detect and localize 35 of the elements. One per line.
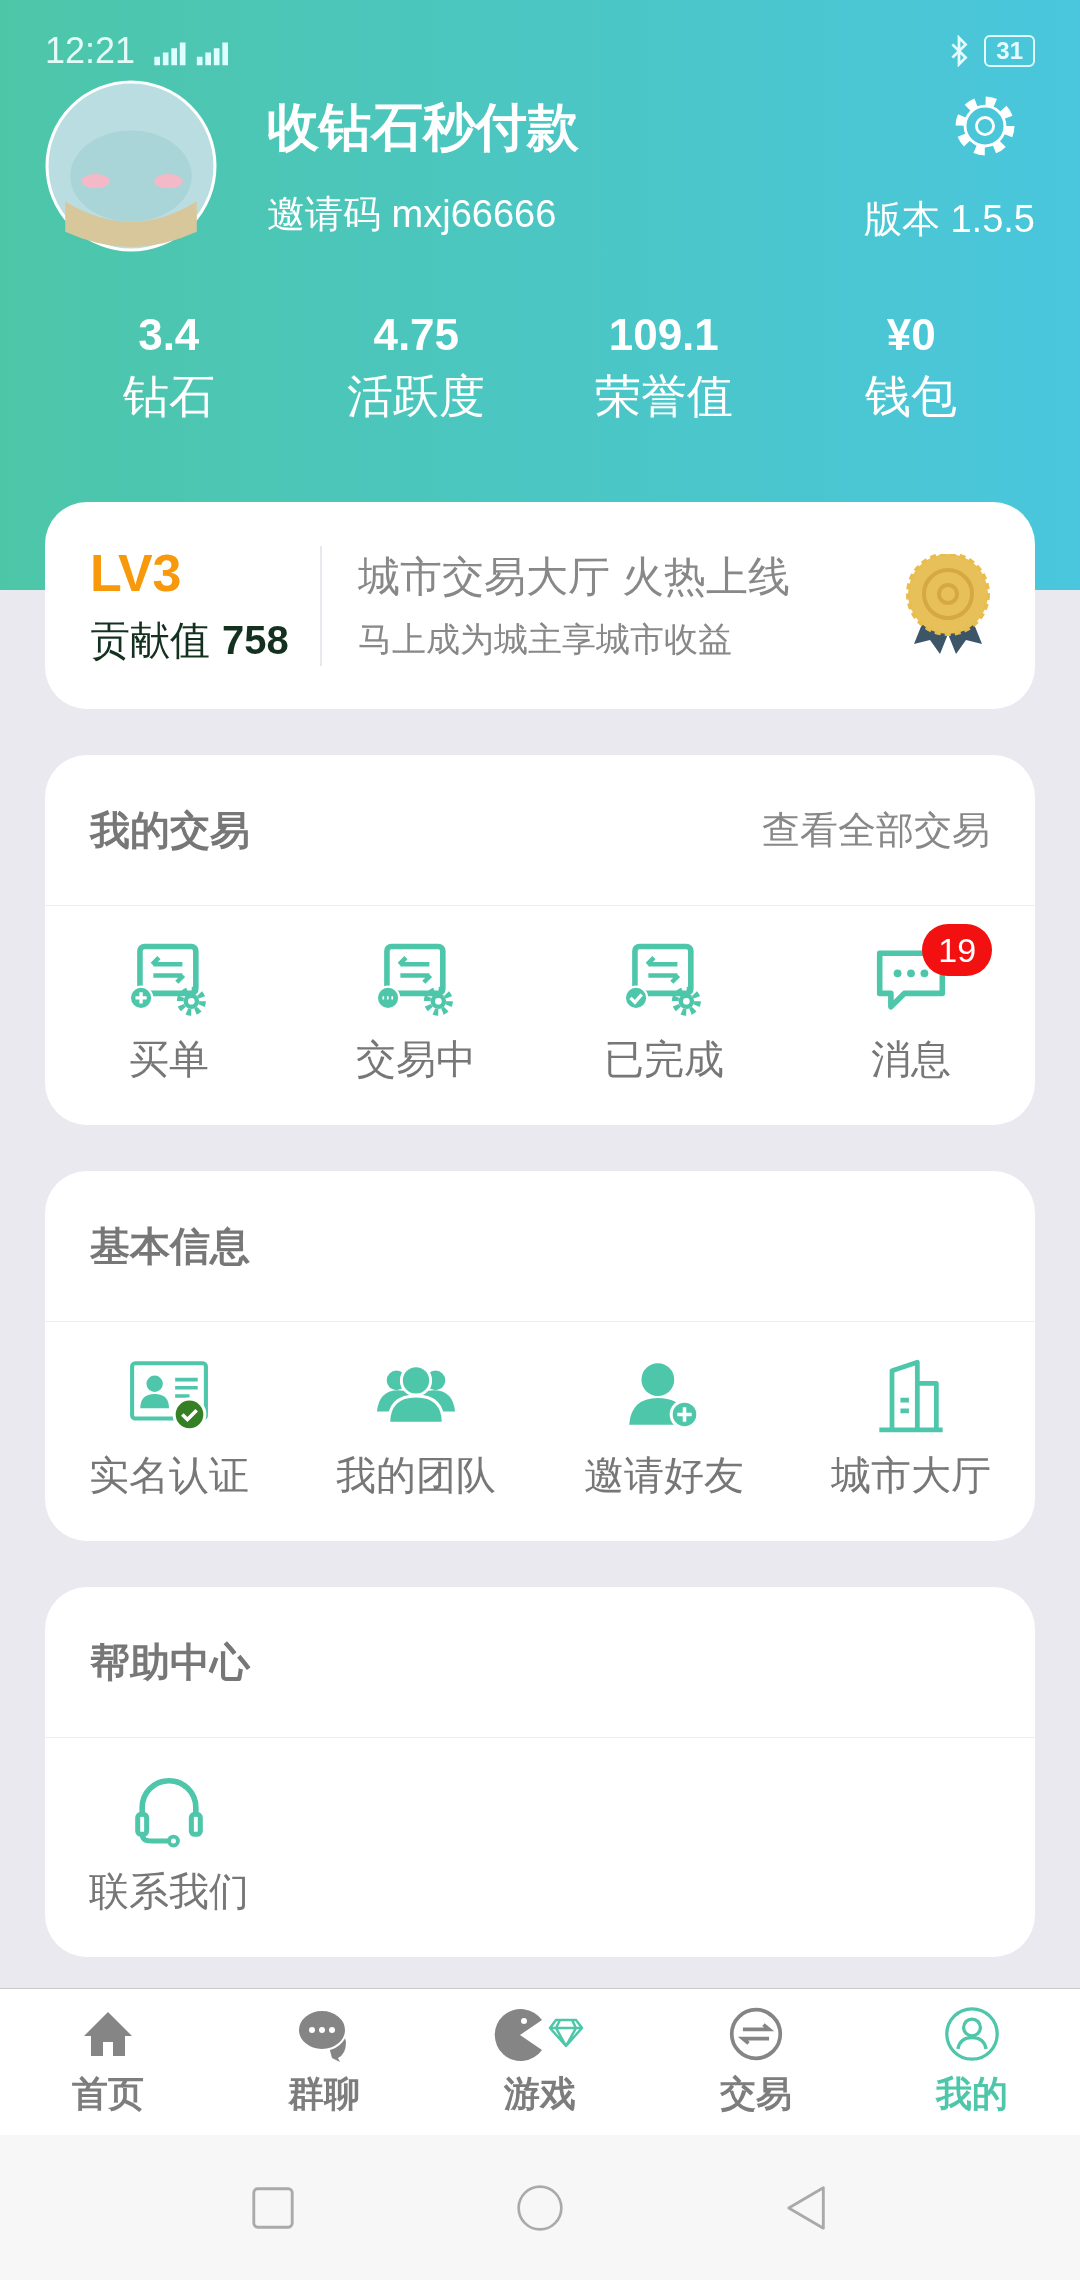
view-all-link[interactable]: 查看全部交易 xyxy=(762,804,990,856)
stat-value: 109.1 xyxy=(608,310,719,360)
version-text: 版本 1.5.5 xyxy=(863,196,1035,242)
stat-value: 3.4 xyxy=(138,310,200,360)
shortcut-label[interactable]: 已完成 xyxy=(603,1032,724,1087)
section-title: 帮助中心 xyxy=(90,1638,250,1686)
user-name: 收钻石秒付款 xyxy=(267,96,580,158)
tab[interactable]: 游戏 xyxy=(432,1989,648,2135)
battery-level: 31 xyxy=(984,35,1035,67)
tab[interactable]: 首页 xyxy=(0,1989,216,2135)
stat-value: 4.75 xyxy=(373,310,460,360)
shortcut-label[interactable]: 城市大厅 xyxy=(831,1448,992,1503)
shortcut-label[interactable]: 联系我们 xyxy=(88,1864,249,1919)
invite-code: 邀请码 mxj66666 xyxy=(267,191,558,237)
section-title: 我的交易 xyxy=(90,806,250,854)
level-card[interactable]: LV3 贡献值 758 城市交易大厅 火热上线 马上成为城主享城市收益 xyxy=(45,502,1035,709)
shortcut-label[interactable]: 实名认证 xyxy=(88,1448,249,1503)
unread-badge: 19 xyxy=(922,924,993,976)
shortcut-label[interactable]: 买单 xyxy=(128,1032,209,1087)
tab[interactable]: 群聊 xyxy=(216,1989,432,2135)
promo-subtitle: 马上成为城主享城市收益 xyxy=(358,618,733,660)
stat-value: ¥0 xyxy=(886,310,936,360)
shortcut-label[interactable]: 消息 xyxy=(871,1032,952,1087)
shortcut-label[interactable]: 我的团队 xyxy=(336,1448,497,1503)
shortcut-label[interactable]: 交易中 xyxy=(356,1032,477,1087)
home-button-icon[interactable] xyxy=(516,2183,564,2232)
level-text: LV3 xyxy=(90,543,183,603)
section-title: 基本信息 xyxy=(90,1222,250,1270)
contribution-label: 贡献值 xyxy=(90,617,210,664)
contribution-value: 758 xyxy=(222,618,289,663)
shortcut-label[interactable]: 邀请好友 xyxy=(583,1448,744,1503)
status-time: 12:21 xyxy=(45,30,136,72)
tab[interactable]: 交易 xyxy=(648,1989,864,2135)
profile-icon xyxy=(942,2005,1002,2062)
promo-title: 城市交易大厅 火热上线 xyxy=(358,551,791,602)
